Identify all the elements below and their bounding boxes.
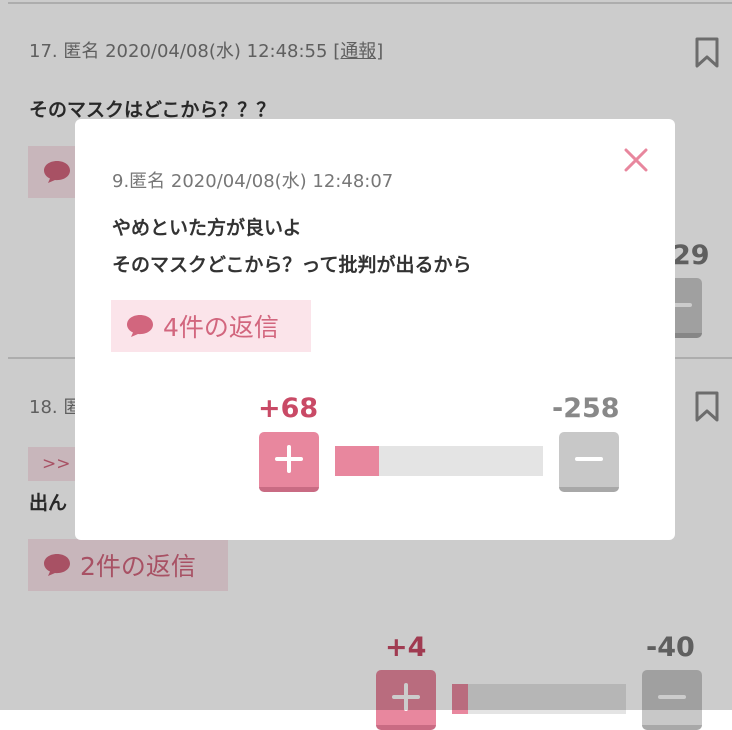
reply-count-label: 4件の返信	[163, 313, 279, 342]
modal-comment-meta: 9.匿名 2020/04/08(水) 12:48:07	[112, 171, 394, 192]
vote-bar-fill	[335, 446, 379, 476]
modal-minus-button[interactable]	[559, 432, 619, 492]
modal-vote-bar	[335, 446, 543, 476]
reply-modal: 9.匿名 2020/04/08(水) 12:48:07 やめといた方が良いよ そ…	[75, 119, 675, 540]
modal-plus-count: +68	[258, 393, 319, 424]
modal-comment-line-1: やめといた方が良いよ	[112, 217, 302, 239]
close-icon[interactable]	[623, 147, 649, 173]
modal-comment-line-2: そのマスクどこから？って批判が出るから	[112, 254, 472, 276]
modal-minus-count: -258	[552, 393, 620, 424]
speech-bubble-icon	[127, 315, 153, 337]
modal-reply-button[interactable]: 4件の返信	[111, 300, 311, 352]
modal-plus-button[interactable]	[259, 432, 319, 492]
